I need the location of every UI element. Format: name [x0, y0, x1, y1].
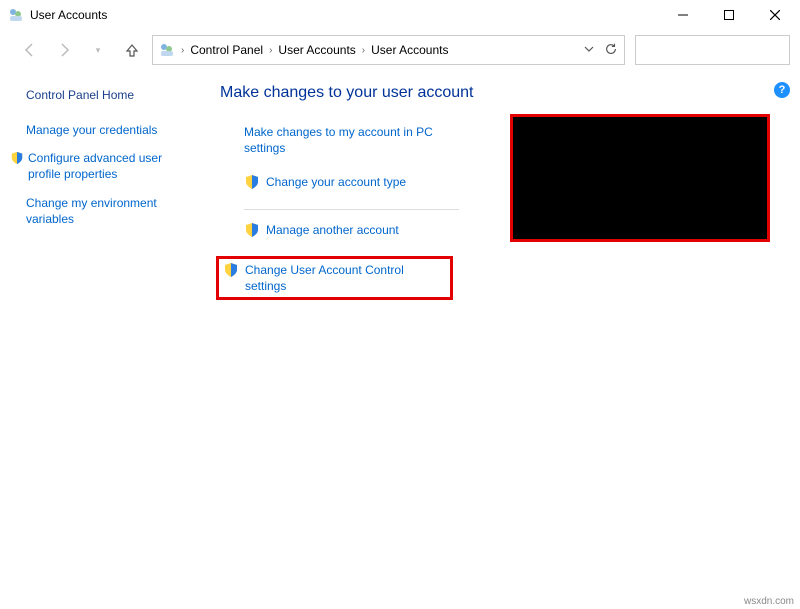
window-title: User Accounts [30, 8, 107, 22]
sidebar-link-env-vars[interactable]: Change my environment variables [26, 195, 196, 227]
main-panel: Make changes to your user account Make c… [210, 84, 800, 310]
chevron-right-icon[interactable]: › [181, 45, 184, 56]
shield-icon [223, 262, 239, 278]
nav-toolbar: ▾ › Control Panel › User Accounts › User… [0, 30, 800, 70]
search-box[interactable] [635, 35, 790, 65]
action-manage-another[interactable]: Manage another account [244, 222, 454, 238]
breadcrumb-item[interactable]: Control Panel [190, 43, 263, 57]
action-change-type[interactable]: Change your account type [244, 174, 454, 190]
action-label: Manage another account [266, 222, 399, 238]
breadcrumb-item[interactable]: User Accounts [278, 43, 355, 57]
page-heading: Make changes to your user account [220, 84, 790, 102]
up-button[interactable] [122, 40, 142, 60]
action-label: Change User Account Control settings [245, 262, 446, 294]
back-button[interactable] [20, 40, 40, 60]
breadcrumb-item[interactable]: User Accounts [371, 43, 448, 57]
action-pc-settings[interactable]: Make changes to my account in PC setting… [244, 124, 454, 156]
recent-dropdown[interactable]: ▾ [88, 40, 108, 60]
sidebar-link-credentials[interactable]: Manage your credentials [26, 122, 196, 138]
maximize-button[interactable] [706, 0, 752, 30]
shield-icon [10, 151, 24, 165]
address-dropdown[interactable] [584, 43, 594, 57]
titlebar: User Accounts [0, 0, 800, 30]
nav-arrows: ▾ [10, 40, 142, 60]
sidebar-link-label: Configure advanced user profile properti… [28, 150, 188, 182]
chevron-right-icon[interactable]: › [362, 45, 365, 56]
sidebar-link-label: Change my environment variables [26, 195, 186, 227]
user-accounts-icon [8, 7, 24, 23]
address-bar[interactable]: › Control Panel › User Accounts › User A… [152, 35, 625, 65]
action-label: Make changes to my account in PC setting… [244, 124, 454, 156]
forward-button[interactable] [54, 40, 74, 60]
body: Control Panel Home Manage your credentia… [0, 70, 800, 310]
shield-icon [244, 222, 260, 238]
action-label: Change your account type [266, 174, 406, 190]
control-panel-home-link[interactable]: Control Panel Home [26, 88, 196, 102]
sidebar-link-label: Manage your credentials [26, 122, 157, 138]
sidebar-link-profile-properties[interactable]: Configure advanced user profile properti… [26, 150, 196, 182]
shield-icon [244, 174, 260, 190]
close-button[interactable] [752, 0, 798, 30]
location-icon [159, 42, 175, 58]
watermark: wsxdn.com [744, 596, 794, 607]
window-controls [660, 0, 798, 30]
sidebar: Control Panel Home Manage your credentia… [0, 84, 210, 310]
refresh-button[interactable] [604, 42, 618, 59]
actions-list: Make changes to my account in PC setting… [244, 124, 454, 300]
search-input[interactable] [644, 43, 799, 57]
chevron-right-icon[interactable]: › [269, 45, 272, 56]
account-preview-redacted [510, 114, 770, 242]
separator [244, 209, 459, 210]
action-uac-settings[interactable]: Change User Account Control settings [216, 256, 453, 300]
minimize-button[interactable] [660, 0, 706, 30]
